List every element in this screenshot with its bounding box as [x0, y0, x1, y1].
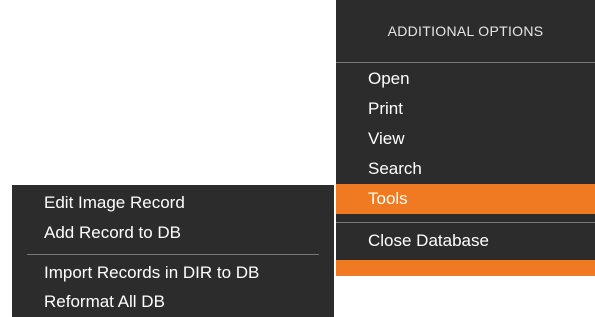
submenu-item-edit-image-record[interactable]: Edit Image Record: [44, 188, 185, 218]
menu-item-print[interactable]: Print: [336, 94, 595, 124]
submenu-item-import-records-in-dir[interactable]: Import Records in DIR to DB: [44, 258, 259, 288]
options-list: Open Print View Search Tools: [336, 64, 595, 214]
menu-item-open[interactable]: Open: [336, 64, 595, 94]
additional-options-header: ADDITIONAL OPTIONS: [336, 0, 595, 61]
submenu-item-reformat-all-db[interactable]: Reformat All DB: [44, 287, 165, 317]
additional-options-menu: ADDITIONAL OPTIONS Open Print View Searc…: [336, 0, 595, 276]
menu-item-view[interactable]: View: [336, 124, 595, 154]
menu-item-search[interactable]: Search: [336, 154, 595, 184]
menu-divider: [336, 222, 595, 223]
menu-item-close-database[interactable]: Close Database: [336, 226, 595, 256]
submenu-divider: [27, 254, 319, 255]
submenu-item-add-record-to-db[interactable]: Add Record to DB: [44, 218, 181, 248]
menu-item-tools[interactable]: Tools: [336, 184, 595, 214]
menu-accent-bar: [336, 260, 595, 276]
tools-submenu: Edit Image Record Add Record to DB Impor…: [12, 185, 334, 317]
menu-divider: [336, 62, 595, 63]
